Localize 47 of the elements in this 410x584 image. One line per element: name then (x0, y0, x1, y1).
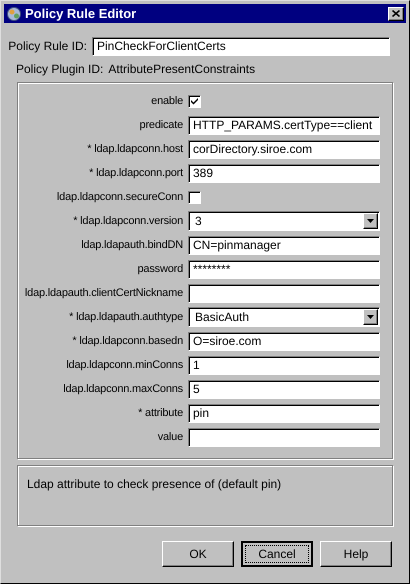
close-icon (392, 10, 400, 17)
field-label: enable (151, 94, 183, 107)
field-label: predicate (140, 118, 183, 131)
field-label: * ldap.ldapconn.version (73, 214, 183, 227)
field-label: * ldap.ldapconn.basedn (72, 334, 183, 347)
app-icon (6, 6, 22, 22)
dialog-button[interactable]: Help (320, 541, 392, 567)
input-field[interactable]: HTTP_PARAMS.certType==client (188, 116, 380, 134)
description-text: Ldap attribute to check presence of (default pin) (27, 477, 282, 491)
field-label: ldap.ldapconn.maxConns (63, 382, 183, 395)
field-label: * ldap.ldapconn.port (89, 166, 183, 179)
input-field[interactable]: pin (188, 404, 380, 422)
dropdown-button[interactable] (363, 309, 378, 325)
field-label: ldap.ldapauth.clientCertNickname (24, 286, 183, 299)
input-field[interactable]: 389 (188, 164, 380, 182)
caret-icon (367, 219, 374, 223)
field-label: password (138, 262, 183, 275)
field-label: ldap.ldapconn.secureConn (56, 190, 183, 203)
checkbox[interactable] (188, 94, 201, 108)
field-label: ldap.ldapconn.minConns (66, 358, 183, 371)
dialog-button[interactable]: Cancel (241, 541, 313, 567)
field-label: Policy Plugin ID: (16, 61, 104, 78)
field-label: * attribute (138, 406, 183, 419)
dropdown-button[interactable] (363, 213, 378, 229)
field-label: Policy Rule ID: (8, 39, 87, 53)
dropdown[interactable]: 3 (188, 211, 380, 231)
input-field[interactable]: ******** (188, 260, 380, 278)
field-label: * ldap.ldapauth.authtype (69, 310, 183, 323)
caret-icon (367, 315, 374, 319)
field-label: ldap.ldapauth.bindDN (81, 238, 183, 251)
checkbox[interactable] (188, 190, 201, 204)
field-label: value (158, 430, 183, 443)
input-field[interactable]: 5 (188, 380, 380, 398)
dialog-button[interactable]: OK (162, 541, 234, 567)
input-field[interactable] (188, 428, 380, 446)
input-field[interactable]: corDirectory.siroe.com (188, 140, 380, 158)
check-icon (190, 97, 199, 105)
close-button[interactable] (388, 6, 404, 20)
input-field[interactable]: 1 (188, 356, 380, 374)
input-field[interactable]: PinCheckForClientCerts (92, 36, 390, 56)
field-value: AttributePresentConstraints (108, 61, 256, 78)
input-field[interactable] (188, 284, 380, 302)
dropdown[interactable]: BasicAuth (188, 307, 380, 327)
window-title: Policy Rule Editor (25, 4, 136, 23)
input-field[interactable]: O=siroe.com (188, 332, 380, 350)
field-label: * ldap.ldapconn.host (87, 142, 183, 155)
input-field[interactable]: CN=pinmanager (188, 236, 380, 254)
